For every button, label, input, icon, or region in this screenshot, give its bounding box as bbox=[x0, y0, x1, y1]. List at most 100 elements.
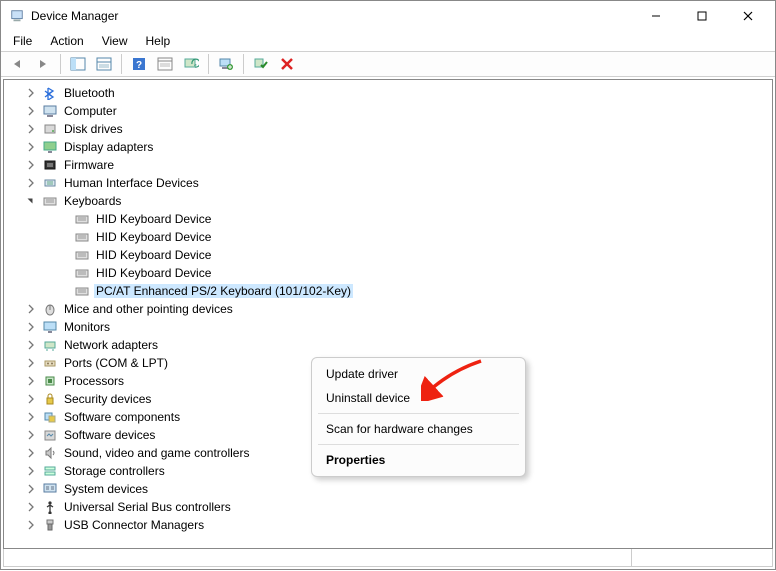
toolbar-separator bbox=[60, 54, 61, 74]
tree-item[interactable]: Universal Serial Bus controllers bbox=[4, 498, 772, 516]
minimize-button[interactable] bbox=[633, 1, 679, 31]
tree-item-label: Firmware bbox=[62, 158, 116, 172]
expand-chevron-icon[interactable] bbox=[24, 302, 38, 316]
tree-item-label: HID Keyboard Device bbox=[94, 212, 213, 226]
computer-icon bbox=[42, 103, 58, 119]
forward-button[interactable] bbox=[31, 53, 55, 75]
context-menu-item[interactable]: Update driver bbox=[312, 362, 525, 386]
context-menu: Update driverUninstall device Scan for ha… bbox=[311, 357, 526, 477]
tree-item[interactable]: Firmware bbox=[4, 156, 772, 174]
uninstall-device-button[interactable] bbox=[275, 53, 299, 75]
window-title: Device Manager bbox=[31, 9, 633, 23]
tree-item[interactable]: PC/AT Enhanced PS/2 Keyboard (101/102-Ke… bbox=[4, 282, 772, 300]
toolbar-separator bbox=[208, 54, 209, 74]
help-button[interactable]: ? bbox=[127, 53, 151, 75]
keyboard-icon bbox=[74, 283, 90, 299]
properties-window-button[interactable] bbox=[92, 53, 116, 75]
tree-item[interactable]: HID Keyboard Device bbox=[4, 228, 772, 246]
sound-icon bbox=[42, 445, 58, 461]
context-menu-item[interactable]: Scan for hardware changes bbox=[312, 417, 525, 441]
update-driver-button[interactable] bbox=[214, 53, 238, 75]
menu-action[interactable]: Action bbox=[42, 33, 91, 49]
expand-chevron-icon[interactable] bbox=[24, 194, 38, 208]
menu-file[interactable]: File bbox=[5, 33, 40, 49]
tree-item[interactable]: Disk drives bbox=[4, 120, 772, 138]
tree-item[interactable]: HID Keyboard Device bbox=[4, 264, 772, 282]
tree-item[interactable]: Network adapters bbox=[4, 336, 772, 354]
expand-chevron-icon[interactable] bbox=[24, 140, 38, 154]
context-menu-separator bbox=[318, 444, 519, 445]
context-menu-separator bbox=[318, 413, 519, 414]
tree-item[interactable]: Computer bbox=[4, 102, 772, 120]
tree-item[interactable]: Human Interface Devices bbox=[4, 174, 772, 192]
keyboard-icon bbox=[74, 229, 90, 245]
expand-chevron-icon[interactable] bbox=[24, 374, 38, 388]
expand-chevron-icon[interactable] bbox=[24, 464, 38, 478]
properties-button[interactable] bbox=[153, 53, 177, 75]
hid-icon bbox=[42, 175, 58, 191]
menubar: File Action View Help bbox=[1, 31, 775, 51]
keyboard-icon bbox=[74, 211, 90, 227]
expand-chevron-icon[interactable] bbox=[24, 338, 38, 352]
expand-chevron-icon[interactable] bbox=[24, 392, 38, 406]
tree-item-label: Monitors bbox=[62, 320, 112, 334]
tree-item[interactable]: Keyboards bbox=[4, 192, 772, 210]
show-hide-console-button[interactable] bbox=[66, 53, 90, 75]
toolbar-separator bbox=[243, 54, 244, 74]
tree-item-label: Computer bbox=[62, 104, 119, 118]
expand-chevron-icon[interactable] bbox=[24, 410, 38, 424]
scan-hardware-button[interactable] bbox=[179, 53, 203, 75]
tree-item[interactable]: HID Keyboard Device bbox=[4, 246, 772, 264]
expand-chevron-icon[interactable] bbox=[24, 104, 38, 118]
tree-item[interactable]: Display adapters bbox=[4, 138, 772, 156]
menu-view[interactable]: View bbox=[94, 33, 136, 49]
usbconn-icon bbox=[42, 517, 58, 533]
keyboard-icon bbox=[74, 265, 90, 281]
expand-chevron-icon[interactable] bbox=[24, 500, 38, 514]
network-icon bbox=[42, 337, 58, 353]
tree-item[interactable]: USB Connector Managers bbox=[4, 516, 772, 534]
tree-item[interactable]: Mice and other pointing devices bbox=[4, 300, 772, 318]
expand-chevron-icon[interactable] bbox=[24, 176, 38, 190]
expand-chevron-icon[interactable] bbox=[24, 356, 38, 370]
tree-item-label: Keyboards bbox=[62, 194, 123, 208]
enable-device-button[interactable] bbox=[249, 53, 273, 75]
close-button[interactable] bbox=[725, 1, 771, 31]
expand-chevron-icon[interactable] bbox=[24, 446, 38, 460]
expand-chevron-icon[interactable] bbox=[24, 122, 38, 136]
expand-chevron-icon[interactable] bbox=[24, 428, 38, 442]
app-icon bbox=[9, 8, 25, 24]
expand-chevron-icon[interactable] bbox=[24, 518, 38, 532]
back-button[interactable] bbox=[5, 53, 29, 75]
maximize-button[interactable] bbox=[679, 1, 725, 31]
usb-icon bbox=[42, 499, 58, 515]
tree-item-label: Disk drives bbox=[62, 122, 125, 136]
tree-item[interactable]: Bluetooth bbox=[4, 84, 772, 102]
tree-item-label: Mice and other pointing devices bbox=[62, 302, 235, 316]
tree-item[interactable]: HID Keyboard Device bbox=[4, 210, 772, 228]
tree-item-label: HID Keyboard Device bbox=[94, 266, 213, 280]
expand-chevron-icon[interactable] bbox=[24, 158, 38, 172]
ports-icon bbox=[42, 355, 58, 371]
keyboard-icon bbox=[74, 247, 90, 263]
display-icon bbox=[42, 139, 58, 155]
tree-item-label: Ports (COM & LPT) bbox=[62, 356, 170, 370]
context-menu-item[interactable]: Properties bbox=[312, 448, 525, 472]
tree-item-label: Display adapters bbox=[62, 140, 155, 154]
tree-item[interactable]: System devices bbox=[4, 480, 772, 498]
statusbar bbox=[3, 549, 773, 567]
firmware-icon bbox=[42, 157, 58, 173]
expand-chevron-icon[interactable] bbox=[24, 482, 38, 496]
tree-item-label: Software devices bbox=[62, 428, 157, 442]
device-tree[interactable]: Bluetooth Computer Disk drives Display adap… bbox=[3, 79, 773, 549]
system-icon bbox=[42, 481, 58, 497]
bluetooth-icon bbox=[42, 85, 58, 101]
keyboard-icon bbox=[42, 193, 58, 209]
context-menu-item[interactable]: Uninstall device bbox=[312, 386, 525, 410]
expand-chevron-icon[interactable] bbox=[24, 320, 38, 334]
menu-help[interactable]: Help bbox=[138, 33, 179, 49]
tree-item[interactable]: Monitors bbox=[4, 318, 772, 336]
tree-item-label: Sound, video and game controllers bbox=[62, 446, 251, 460]
security-icon bbox=[42, 391, 58, 407]
expand-chevron-icon[interactable] bbox=[24, 86, 38, 100]
